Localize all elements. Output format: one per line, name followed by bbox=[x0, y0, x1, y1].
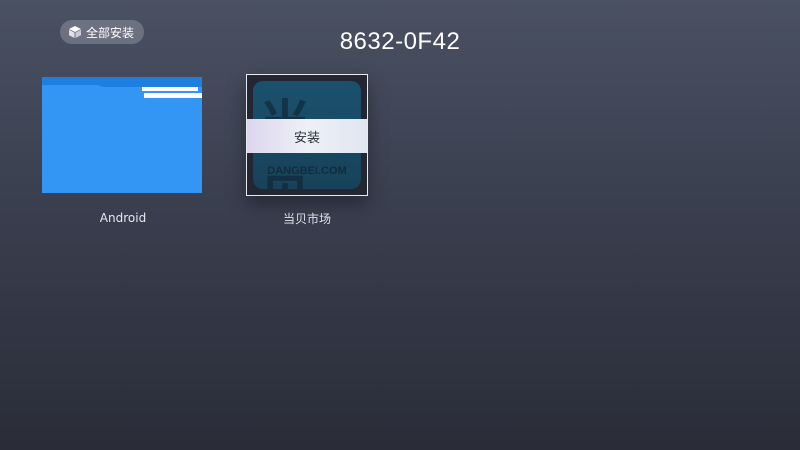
folder-label: Android bbox=[99, 211, 147, 225]
page-title: 8632-0F42 bbox=[339, 28, 461, 55]
folder-item-android[interactable]: Android bbox=[42, 75, 202, 225]
folder-icon bbox=[42, 75, 202, 197]
app-label: 当贝市场 bbox=[282, 212, 331, 226]
app-thumbnail: 当贝 DANGBEI.COM 安装 bbox=[246, 74, 368, 196]
app-item-dangbei[interactable]: 当贝 DANGBEI.COM 安装 当贝市场 bbox=[246, 74, 368, 227]
install-button[interactable]: 安装 bbox=[247, 119, 367, 153]
